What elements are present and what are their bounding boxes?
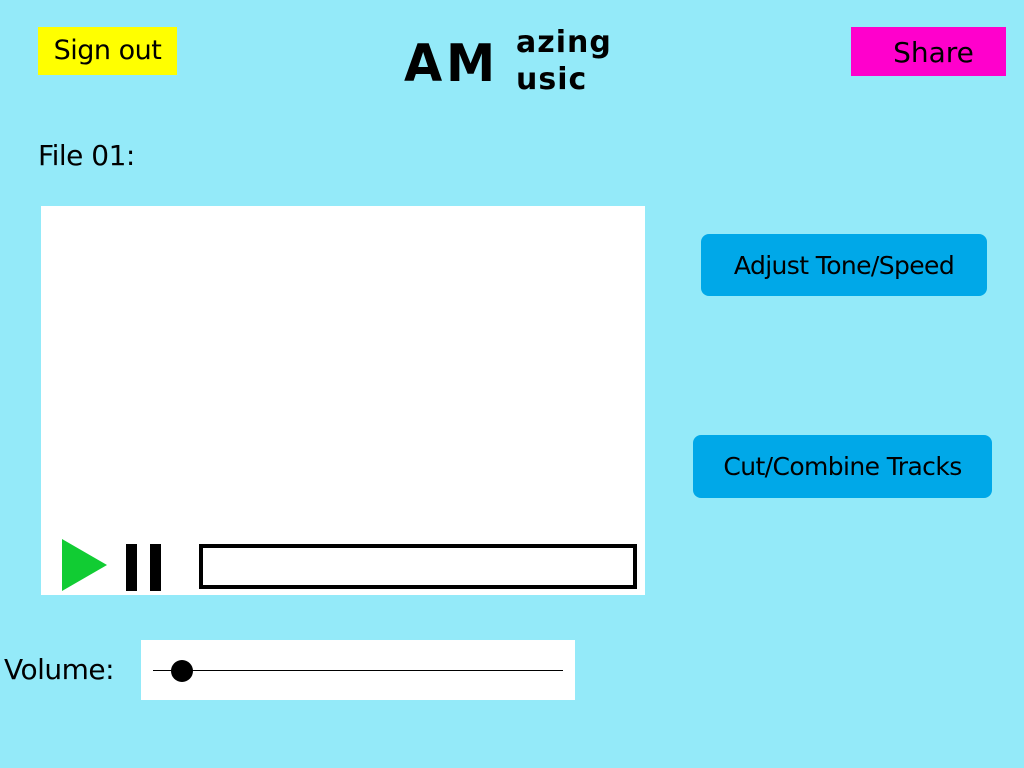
adjust-tone-speed-button[interactable]: Adjust Tone/Speed: [701, 234, 987, 296]
sign-out-button[interactable]: Sign out: [38, 27, 177, 75]
play-icon[interactable]: [62, 539, 107, 591]
volume-label: Volume:: [4, 653, 115, 686]
file-label: File 01:: [38, 139, 135, 172]
pause-bar-left: [126, 544, 137, 591]
cut-combine-tracks-button[interactable]: Cut/Combine Tracks: [693, 435, 992, 498]
pause-bar-right: [150, 544, 161, 591]
app-logo: AM azing usic: [402, 25, 624, 100]
media-player: [41, 206, 645, 595]
volume-slider[interactable]: [141, 640, 575, 700]
logo-line-1: azing: [516, 25, 612, 60]
volume-knob[interactable]: [170, 660, 193, 682]
playback-progress-bar[interactable]: [199, 544, 637, 589]
share-button[interactable]: Share: [851, 27, 1006, 76]
logo-line-2: usic: [516, 62, 588, 97]
pause-icon[interactable]: [125, 544, 163, 591]
logo-initials: AM: [404, 34, 499, 94]
volume-track[interactable]: [153, 670, 563, 671]
